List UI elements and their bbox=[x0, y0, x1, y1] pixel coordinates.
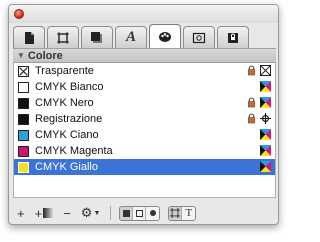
no-color-icon bbox=[260, 65, 272, 77]
color-row[interactable]: CMYK Bianco bbox=[14, 79, 275, 95]
target-segment: T bbox=[168, 205, 197, 221]
fill-square-icon bbox=[122, 209, 130, 217]
tab-image[interactable] bbox=[183, 26, 215, 48]
frame-target-button[interactable] bbox=[169, 206, 183, 220]
cmyk-process-icon bbox=[260, 81, 272, 93]
color-name: CMYK Bianco bbox=[35, 81, 104, 93]
color-name: Registrazione bbox=[35, 113, 103, 125]
cmyk-process-icon bbox=[260, 129, 272, 141]
color-list: Trasparente CMYK Bianco CMYK Nero Registraz… bbox=[13, 63, 276, 188]
cmyk-process-icon bbox=[260, 97, 272, 109]
remove-color-label: − bbox=[63, 205, 71, 221]
color-row[interactable]: Registrazione bbox=[14, 111, 275, 127]
lock-icon bbox=[247, 97, 257, 109]
palette-icon bbox=[159, 31, 171, 42]
color-panel: A ▼ Colore Trasparente CMYK Bianco CMYK Ne… bbox=[8, 4, 279, 225]
stroke-square-icon bbox=[135, 209, 143, 217]
add-gradient-label: + bbox=[34, 205, 43, 221]
add-gradient-button[interactable]: + bbox=[35, 206, 54, 221]
frame-target-icon bbox=[170, 208, 181, 218]
color-name: CMYK Giallo bbox=[35, 161, 98, 173]
color-row[interactable]: CMYK Giallo bbox=[14, 159, 275, 175]
text-target-button[interactable]: T bbox=[182, 206, 196, 220]
color-row[interactable]: Trasparente bbox=[14, 63, 275, 79]
apply-mode-segment bbox=[119, 205, 161, 221]
text-target-label: T bbox=[185, 207, 193, 219]
color-swatch bbox=[18, 145, 29, 157]
options-menu-button[interactable]: ⚙ ▼ bbox=[81, 205, 101, 221]
color-name: CMYK Ciano bbox=[35, 129, 99, 141]
color-swatch bbox=[18, 65, 29, 77]
section-title: Colore bbox=[27, 49, 63, 62]
remove-color-button[interactable]: − bbox=[63, 206, 71, 221]
cmyk-process-icon bbox=[260, 161, 272, 173]
color-swatch bbox=[18, 97, 29, 109]
lock-icon bbox=[247, 113, 257, 125]
list-empty-area bbox=[13, 188, 276, 198]
lock-icon bbox=[247, 65, 257, 77]
color-swatch bbox=[18, 161, 29, 173]
toolbar-divider bbox=[110, 206, 112, 220]
tab-page[interactable] bbox=[13, 26, 45, 48]
tab-frame[interactable] bbox=[47, 26, 79, 48]
tab-colors[interactable] bbox=[149, 24, 181, 48]
color-swatch bbox=[18, 129, 29, 141]
gradient-swatch-icon bbox=[43, 208, 54, 218]
shadow-box-icon bbox=[91, 31, 102, 43]
color-row[interactable]: CMYK Ciano bbox=[14, 127, 275, 143]
shadow-dot-icon bbox=[149, 210, 156, 216]
title-bar bbox=[9, 5, 278, 23]
frame-icon bbox=[57, 31, 69, 44]
shadow-mode-button[interactable] bbox=[146, 206, 160, 220]
color-swatch bbox=[18, 81, 29, 93]
tab-bar: A bbox=[13, 24, 276, 48]
color-name: Trasparente bbox=[35, 65, 94, 77]
image-frame-icon bbox=[192, 32, 206, 43]
color-swatch bbox=[18, 113, 29, 125]
color-name: CMYK Nero bbox=[35, 97, 94, 109]
color-row[interactable]: CMYK Magenta bbox=[14, 143, 275, 159]
color-name: CMYK Magenta bbox=[35, 145, 113, 157]
bottom-toolbar: + + − ⚙ ▼ T bbox=[9, 201, 278, 224]
close-button[interactable] bbox=[14, 9, 24, 19]
stroke-mode-button[interactable] bbox=[133, 206, 147, 220]
lock-picture-icon bbox=[228, 32, 238, 43]
chevron-down-icon: ▼ bbox=[93, 209, 101, 217]
page-icon bbox=[25, 31, 34, 44]
fill-mode-button[interactable] bbox=[120, 206, 134, 220]
add-color-label: + bbox=[17, 205, 25, 221]
registration-mark-icon bbox=[260, 113, 272, 125]
section-header-colore[interactable]: ▼ Colore bbox=[13, 48, 276, 63]
tab-picture-lock[interactable] bbox=[217, 26, 249, 48]
cmyk-process-icon bbox=[260, 145, 272, 157]
color-row[interactable]: CMYK Nero bbox=[14, 95, 275, 111]
gear-icon: ⚙ bbox=[80, 205, 93, 220]
tab-shadow[interactable] bbox=[81, 26, 113, 48]
add-color-button[interactable]: + bbox=[17, 206, 25, 221]
disclosure-triangle-icon[interactable]: ▼ bbox=[17, 51, 25, 60]
tab-text[interactable]: A bbox=[115, 26, 147, 48]
italic-a-icon: A bbox=[125, 29, 136, 45]
